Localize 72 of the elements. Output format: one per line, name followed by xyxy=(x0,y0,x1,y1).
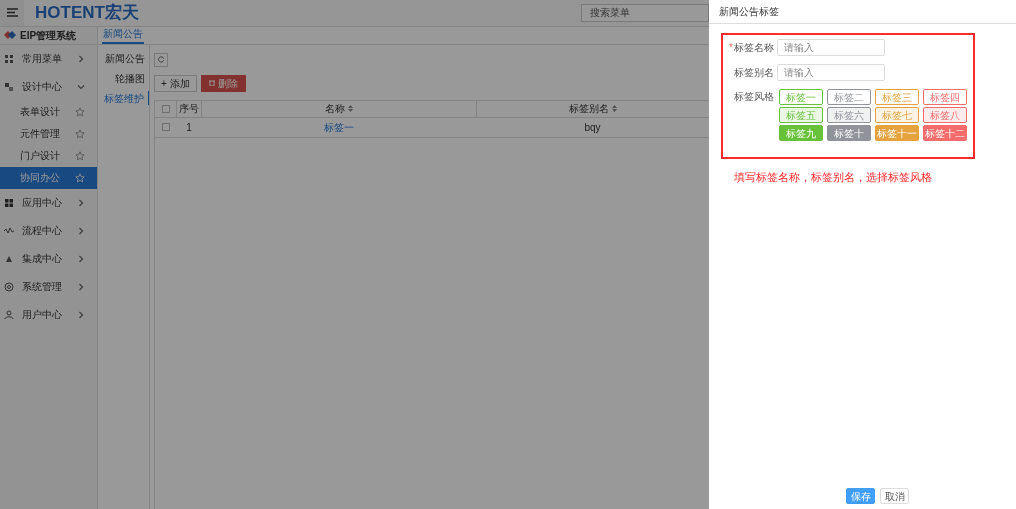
field-label: 标签别名 xyxy=(734,66,774,80)
grid-icon xyxy=(4,53,14,64)
pulse-icon xyxy=(4,225,14,236)
column-header: 名称 xyxy=(325,102,345,116)
sort-icon[interactable] xyxy=(612,105,617,112)
chevron-right-icon xyxy=(77,310,85,319)
sidebar-item[interactable]: 流程中心 xyxy=(0,216,97,245)
tag-option[interactable]: 标签四 xyxy=(923,89,967,105)
subnav-item[interactable]: 标签维护 xyxy=(104,90,149,105)
tag-option[interactable]: 标签八 xyxy=(923,107,967,123)
cancel-button[interactable]: 取消 xyxy=(880,488,909,504)
chevron-right-icon xyxy=(77,54,85,63)
trash-icon xyxy=(208,80,215,86)
sidebar-item[interactable]: 常用菜单 xyxy=(0,44,97,73)
sidebar-item[interactable]: 设计中心 xyxy=(0,72,97,101)
table-cell-text: bqy xyxy=(584,120,601,135)
name-link[interactable]: 标签一 xyxy=(323,119,354,135)
chevron-down-icon xyxy=(77,82,85,91)
star-icon[interactable] xyxy=(75,128,85,139)
grid-icon xyxy=(4,197,14,208)
column-header: 序号 xyxy=(179,102,199,116)
tag-option[interactable]: 标签七 xyxy=(875,107,919,123)
input-field[interactable]: 请输入 xyxy=(777,39,885,56)
diamond-logo-icon xyxy=(4,31,16,39)
annotation: 填写标签名称，标签别名，选择标签风格 xyxy=(734,170,933,185)
save-button[interactable]: 保存 xyxy=(846,488,875,504)
refresh-icon xyxy=(157,56,165,63)
system-title: EIP管理系统 xyxy=(20,28,77,43)
chevron-right-icon xyxy=(77,254,85,263)
chevron-right-icon xyxy=(77,282,85,291)
sidebar-subitem[interactable]: 表单设计 xyxy=(0,100,97,123)
add-button[interactable]: + 添加 xyxy=(154,74,197,92)
checkbox[interactable] xyxy=(162,123,170,131)
subnav-item[interactable]: 轮播图 xyxy=(115,70,149,85)
page-tab[interactable]: 新闻公告 xyxy=(102,25,144,44)
sidebar-subitem[interactable]: 元件管理 xyxy=(0,122,97,145)
drawer-title: 新闻公告标签 xyxy=(719,5,779,19)
chevron-right-icon xyxy=(77,226,85,235)
column-header: 标签别名 xyxy=(569,102,609,116)
sidebar-item[interactable]: 用户中心 xyxy=(0,300,97,329)
search-field[interactable]: 搜索菜单 xyxy=(581,3,709,22)
star-icon[interactable] xyxy=(75,150,85,161)
delete-button[interactable]: 删除 xyxy=(200,74,246,92)
logo: HOTENT宏天 xyxy=(35,2,139,24)
subnav-item[interactable]: 新闻公告 xyxy=(105,50,149,65)
menu-icon[interactable] xyxy=(6,8,18,18)
tag-option[interactable]: 标签三 xyxy=(875,89,919,105)
chevron-right-icon xyxy=(77,198,85,207)
tag-option[interactable]: 标签二 xyxy=(827,89,871,105)
tag-option[interactable]: 标签五 xyxy=(779,107,823,123)
sidebar-subitem[interactable]: 门户设计 xyxy=(0,144,97,167)
tag-option[interactable]: 标签九 xyxy=(779,125,823,141)
tag-option[interactable]: 标签六 xyxy=(827,107,871,123)
field-label: 标签风格 xyxy=(734,90,774,104)
tag-option[interactable]: 标签十一 xyxy=(875,125,919,141)
tag-option[interactable]: 标签十 xyxy=(827,125,871,141)
sidebar-item[interactable]: 集成中心 xyxy=(0,244,97,273)
star-icon[interactable] xyxy=(75,106,85,117)
tag-option[interactable]: 标签一 xyxy=(779,89,823,105)
sidebar-item[interactable]: 系统管理 xyxy=(0,272,97,301)
input-field[interactable]: 请输入 xyxy=(777,64,885,81)
checkbox[interactable] xyxy=(161,104,170,113)
tag-option[interactable]: 标签十二 xyxy=(923,125,967,141)
sort-icon[interactable] xyxy=(348,105,353,112)
field-label: 标签名称 xyxy=(734,41,774,55)
table-cell-text: 1 xyxy=(186,120,192,135)
gear-icon xyxy=(4,281,14,292)
user-icon xyxy=(4,309,14,320)
refresh-button[interactable] xyxy=(154,52,168,67)
shapes-icon xyxy=(4,81,14,92)
required-marker: * xyxy=(729,41,733,55)
sidebar-subitem[interactable]: 协同办公 xyxy=(0,166,97,189)
